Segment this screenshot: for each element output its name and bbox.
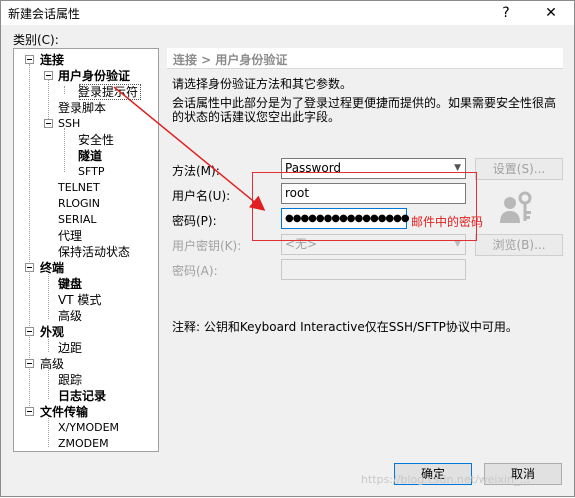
annotation-arrow-icon [113, 86, 266, 211]
tree-focus-rect [79, 84, 141, 100]
dialog-window: 新建会话属性 ? ✕ 类别(C): 连接 用户身份验证 登录提示符 登录脚本 S… [0, 0, 575, 497]
watermark: https://blog.csdn.net/weixin_... [361, 473, 531, 486]
